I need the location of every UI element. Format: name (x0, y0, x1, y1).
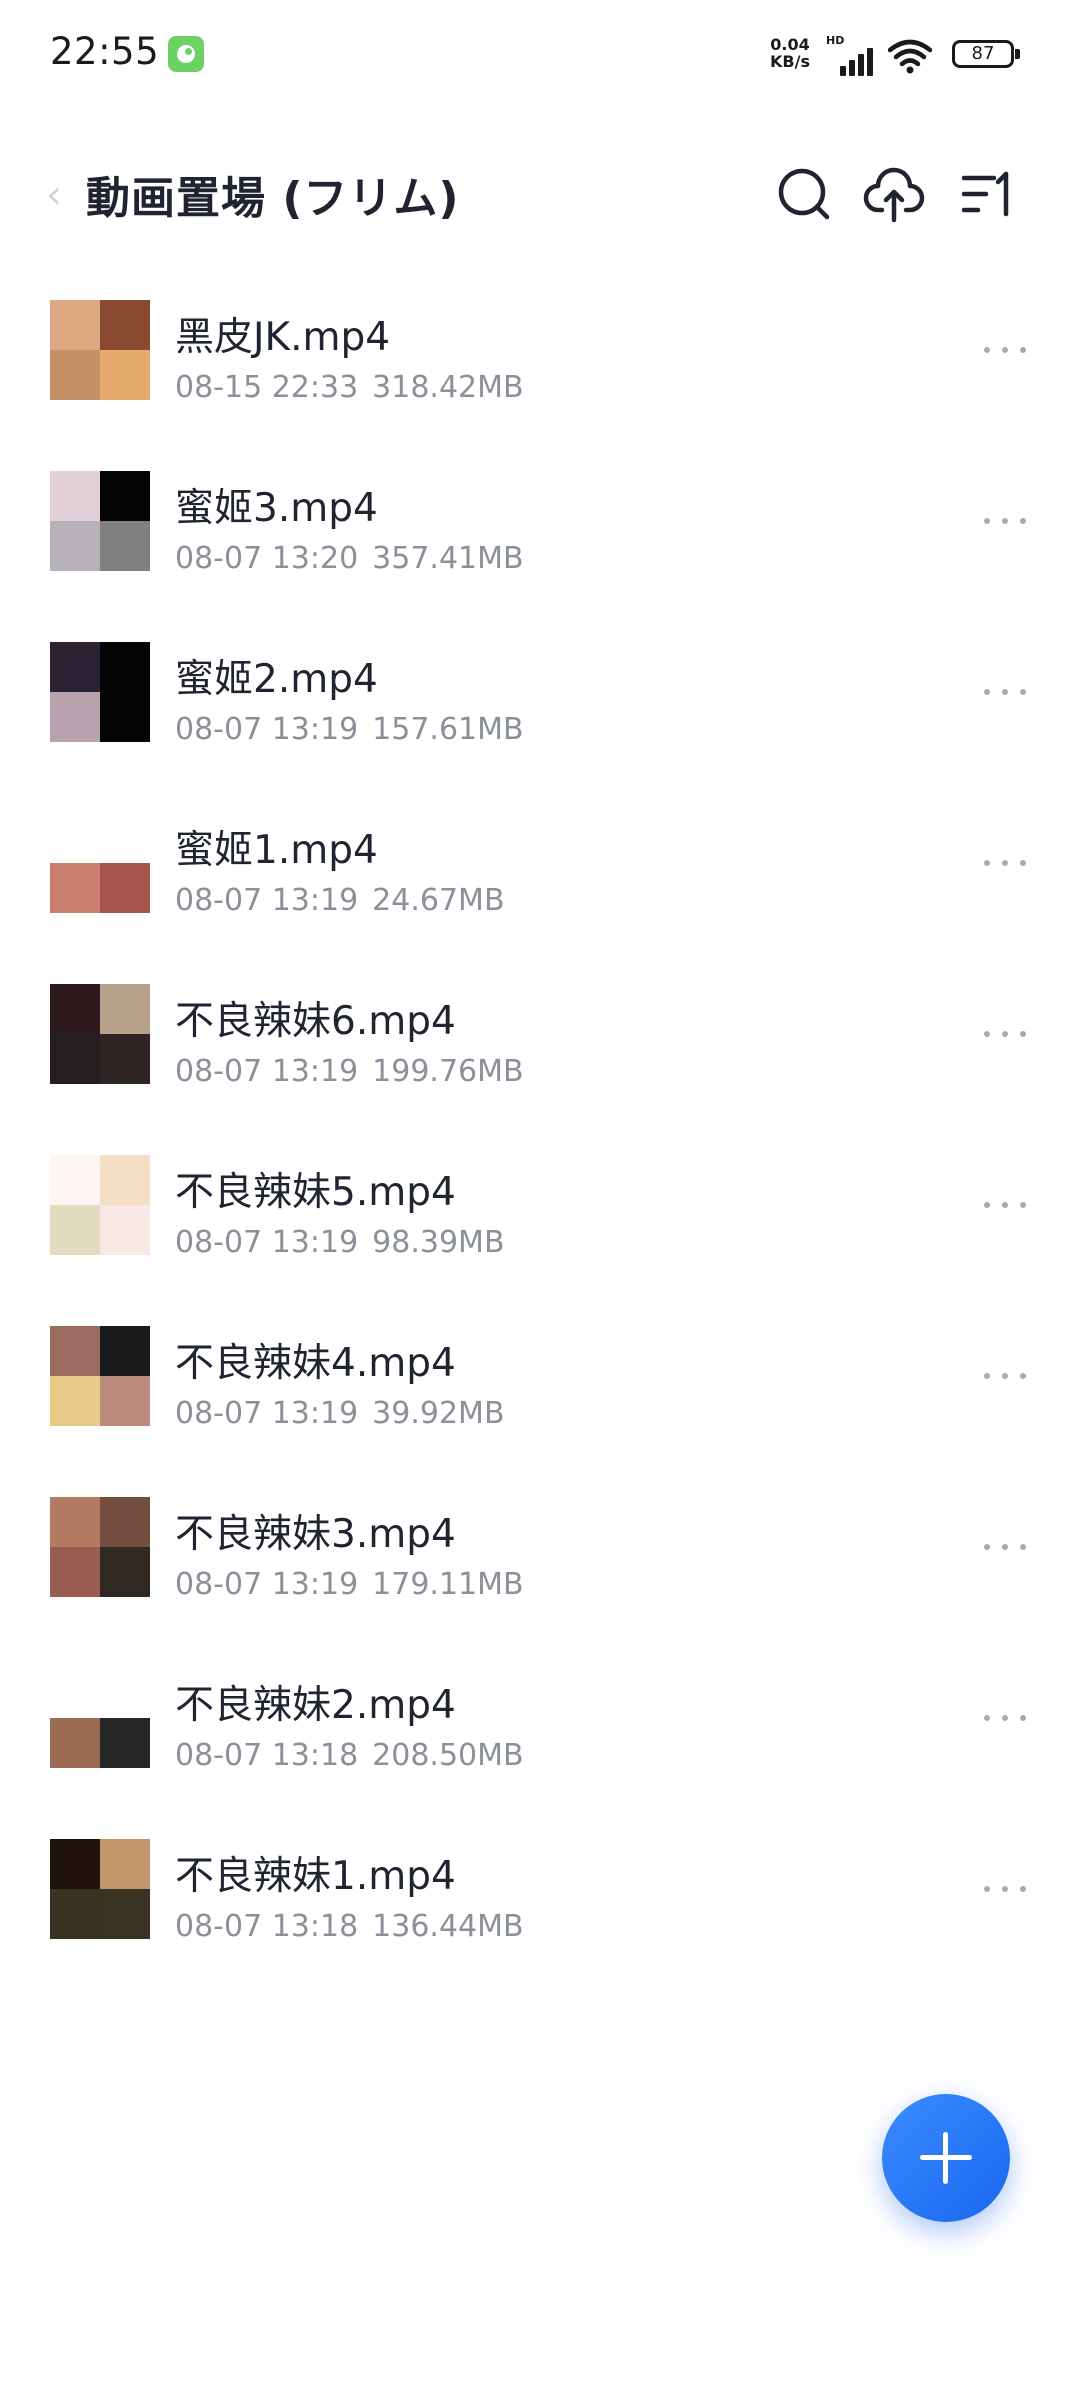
file-name: 不良辣妹6.mp4 (175, 999, 456, 1044)
network-speed-unit: KB/s (770, 52, 810, 71)
file-date: 08-07 13:19 (175, 1225, 359, 1260)
wifi-icon (887, 38, 933, 74)
file-list-item[interactable]: 不良辣妹2.mp4 08-07 13:18 208.50MB (0, 1636, 1080, 1807)
video-thumbnail (50, 1155, 150, 1255)
video-thumbnail (50, 813, 150, 913)
status-time: 22:55 (50, 30, 160, 73)
file-date: 08-07 13:19 (175, 1567, 359, 1602)
video-thumbnail (50, 1839, 150, 1939)
file-meta: 08-07 13:19 98.39MB (175, 1225, 505, 1260)
file-size: 39.92MB (372, 1396, 505, 1431)
file-meta: 08-07 13:18 136.44MB (175, 1909, 524, 1944)
more-icon[interactable] (978, 1869, 1032, 1909)
file-size: 179.11MB (372, 1567, 524, 1602)
app-notification-icon (168, 36, 204, 72)
file-size: 208.50MB (372, 1738, 524, 1773)
more-icon[interactable] (978, 330, 1032, 370)
battery-level: 87 (971, 43, 995, 64)
video-thumbnail (50, 1668, 150, 1768)
file-size: 199.76MB (372, 1054, 524, 1089)
file-list-item[interactable]: 不良辣妹1.mp4 08-07 13:18 136.44MB (0, 1807, 1080, 1978)
file-size: 357.41MB (372, 541, 524, 576)
file-list-item[interactable]: 不良辣妹5.mp4 08-07 13:19 98.39MB (0, 1123, 1080, 1294)
file-date: 08-07 13:20 (175, 541, 359, 576)
file-name: 黑皮JK.mp4 (175, 315, 391, 360)
more-icon[interactable] (978, 843, 1032, 883)
file-name: 不良辣妹2.mp4 (175, 1683, 456, 1728)
file-name: 蜜姬2.mp4 (175, 657, 378, 702)
file-name: 不良辣妹4.mp4 (175, 1341, 456, 1386)
search-icon[interactable] (772, 162, 836, 226)
file-name: 蜜姬3.mp4 (175, 486, 378, 531)
file-size: 136.44MB (372, 1909, 524, 1944)
file-date: 08-07 13:19 (175, 712, 359, 747)
battery-icon: 87 (952, 40, 1020, 68)
status-bar: 22:55 0.04 KB/s HD 87 (0, 0, 1080, 104)
file-list-item[interactable]: 不良辣妹4.mp4 08-07 13:19 39.92MB (0, 1294, 1080, 1465)
top-app-bar: ‹ 動画置場 (フリム) (0, 140, 1080, 252)
file-meta: 08-15 22:33 318.42MB (175, 370, 524, 405)
file-meta: 08-07 13:19 24.67MB (175, 883, 505, 918)
back-icon[interactable]: ‹ (46, 170, 86, 220)
file-list-item[interactable]: 蜜姬2.mp4 08-07 13:19 157.61MB (0, 610, 1080, 781)
more-icon[interactable] (978, 1014, 1032, 1054)
cell-signal-icon: HD (826, 34, 876, 76)
file-date: 08-07 13:18 (175, 1909, 359, 1944)
more-icon[interactable] (978, 1185, 1032, 1225)
file-list-item[interactable]: 蜜姬1.mp4 08-07 13:19 24.67MB (0, 781, 1080, 952)
file-size: 24.67MB (372, 883, 505, 918)
file-meta: 08-07 13:19 39.92MB (175, 1396, 505, 1431)
file-date: 08-07 13:19 (175, 1054, 359, 1089)
video-thumbnail (50, 1497, 150, 1597)
page-title: 動画置場 (フリム) (86, 173, 460, 224)
file-meta: 08-07 13:19 179.11MB (175, 1567, 524, 1602)
file-list-item[interactable]: 不良辣妹3.mp4 08-07 13:19 179.11MB (0, 1465, 1080, 1636)
file-size: 318.42MB (372, 370, 524, 405)
file-name: 不良辣妹5.mp4 (175, 1170, 456, 1215)
network-speed: 0.04 KB/s (770, 36, 810, 70)
more-icon[interactable] (978, 1356, 1032, 1396)
file-meta: 08-07 13:19 157.61MB (175, 712, 524, 747)
more-icon[interactable] (978, 672, 1032, 712)
file-size: 98.39MB (372, 1225, 505, 1260)
sort-icon[interactable] (956, 162, 1020, 226)
file-date: 08-07 13:18 (175, 1738, 359, 1773)
file-name: 不良辣妹1.mp4 (175, 1854, 456, 1899)
file-list-item[interactable]: 不良辣妹6.mp4 08-07 13:19 199.76MB (0, 952, 1080, 1123)
file-date: 08-07 13:19 (175, 883, 359, 918)
file-list: 黑皮JK.mp4 08-15 22:33 318.42MB 蜜姬3.mp4 08-07 … (0, 268, 1080, 1978)
video-thumbnail (50, 1326, 150, 1426)
file-meta: 08-07 13:20 357.41MB (175, 541, 524, 576)
more-icon[interactable] (978, 501, 1032, 541)
video-thumbnail (50, 300, 150, 400)
more-icon[interactable] (978, 1698, 1032, 1738)
add-button[interactable] (882, 2094, 1010, 2222)
file-name: 不良辣妹3.mp4 (175, 1512, 456, 1557)
cloud-upload-icon[interactable] (862, 162, 926, 226)
file-meta: 08-07 13:18 208.50MB (175, 1738, 524, 1773)
file-date: 08-07 13:19 (175, 1396, 359, 1431)
file-date: 08-15 22:33 (175, 370, 359, 405)
file-meta: 08-07 13:19 199.76MB (175, 1054, 524, 1089)
file-list-item[interactable]: 黑皮JK.mp4 08-15 22:33 318.42MB (0, 268, 1080, 439)
video-thumbnail (50, 984, 150, 1084)
file-list-item[interactable]: 蜜姬3.mp4 08-07 13:20 357.41MB (0, 439, 1080, 610)
file-size: 157.61MB (372, 712, 524, 747)
network-speed-value: 0.04 (770, 35, 810, 54)
video-thumbnail (50, 642, 150, 742)
signal-hd-label: HD (826, 34, 845, 47)
video-thumbnail (50, 471, 150, 571)
more-icon[interactable] (978, 1527, 1032, 1567)
file-name: 蜜姬1.mp4 (175, 828, 378, 873)
